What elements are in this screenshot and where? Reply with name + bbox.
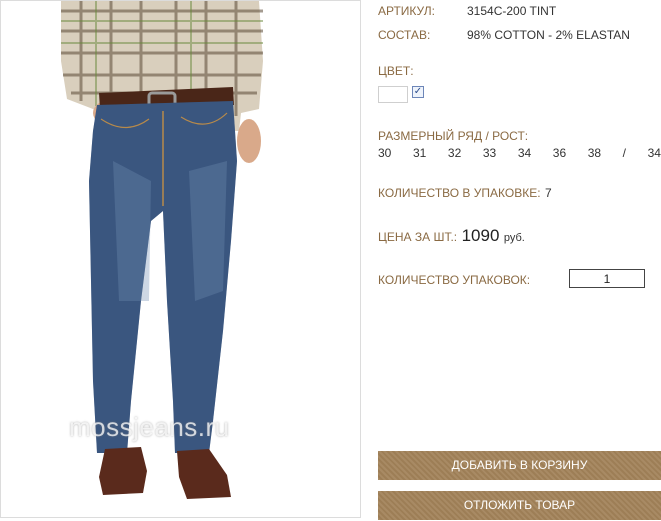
price-value: 1090 [461, 226, 500, 245]
size-value: 30 [378, 146, 392, 160]
color-checkbox[interactable]: ✓ [412, 86, 424, 98]
watermark-text: mossjeans.ru [69, 412, 230, 442]
color-row: ЦВЕТ: [378, 62, 414, 80]
size-value: 31 [412, 146, 427, 160]
composition-row: СОСТАВ: [378, 26, 430, 44]
size-separator: / [622, 146, 627, 160]
sizes-label: РАЗМЕРНЫЙ РЯД / РОСТ: [378, 129, 529, 143]
sizes-list: 30 31 32 33 34 36 38 / 34 [378, 146, 661, 160]
article-value: 3154C-200 TINT [467, 4, 557, 18]
packs-quantity-input[interactable] [569, 269, 645, 288]
price-currency: руб. [503, 232, 525, 244]
color-swatch[interactable] [378, 86, 408, 103]
size-value: 33 [482, 146, 497, 160]
pack-qty-row: КОЛИЧЕСТВО В УПАКОВКЕ: 7 [378, 184, 552, 202]
color-label: ЦВЕТ: [378, 64, 414, 78]
size-value: 36 [552, 146, 567, 160]
price-row: ЦЕНА ЗА ШТ.: 1090 руб. [378, 226, 525, 246]
pack-qty-label: КОЛИЧЕСТВО В УПАКОВКЕ: [378, 186, 541, 200]
article-row: АРТИКУЛ: [378, 2, 435, 20]
packs-label: КОЛИЧЕСТВО УПАКОВОК: [378, 273, 531, 287]
size-value: 38 [587, 146, 602, 160]
price-label: ЦЕНА ЗА ШТ.: [378, 230, 458, 244]
height-value: 34 [647, 146, 661, 160]
product-photo: mossjeans.ru [0, 0, 361, 518]
add-to-cart-button[interactable]: ДОБАВИТЬ В КОРЗИНУ [378, 451, 661, 480]
article-label: АРТИКУЛ: [378, 4, 435, 18]
pack-qty-value: 7 [545, 186, 552, 200]
packs-row: КОЛИЧЕСТВО УПАКОВОК: [378, 271, 530, 289]
size-value: 34 [517, 146, 532, 160]
sizes-row: РАЗМЕРНЫЙ РЯД / РОСТ: [378, 127, 528, 145]
postpone-button[interactable]: ОТЛОЖИТЬ ТОВАР [378, 491, 661, 520]
article-value-wrap: 3154C-200 TINT [467, 2, 556, 20]
composition-value-wrap: 98% COTTON - 2% ELASTAN [467, 26, 630, 44]
size-value: 32 [447, 146, 462, 160]
composition-value: 98% COTTON - 2% ELASTAN [467, 28, 630, 42]
composition-label: СОСТАВ: [378, 28, 431, 42]
